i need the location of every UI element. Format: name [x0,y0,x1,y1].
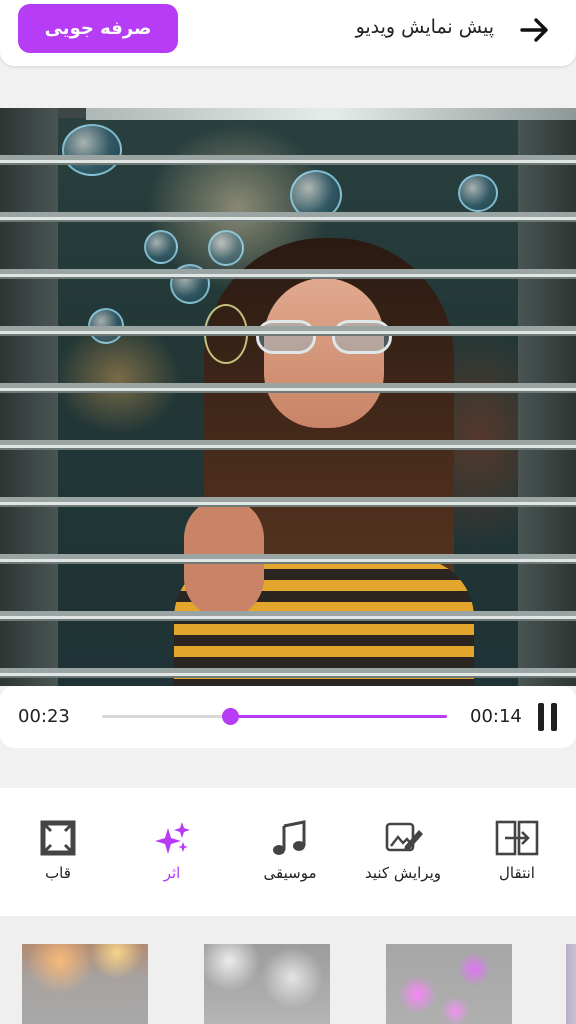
playback-bar: 00:23 00:14 [0,686,576,748]
total-time: 00:23 [18,706,70,727]
tool-transition[interactable]: انتقال [494,818,540,888]
tools-bar: انتقال ویرایش کنید موسیقی اثر قاب [0,788,576,916]
tool-effect[interactable]: اثر [152,818,192,888]
tool-label: انتقال [499,864,535,882]
effect-thumbnail[interactable] [204,944,330,1024]
tool-label: موسیقی [263,864,317,882]
tool-music[interactable]: موسیقی [262,818,318,888]
back-arrow-icon[interactable] [516,12,552,48]
tool-label: ویرایش کنید [365,864,441,882]
save-button[interactable]: صرفه جویی [18,4,178,53]
edit-image-icon [385,822,423,852]
app-screen: صرفه جویی پیش نمایش ویدیو 00:23 00:14 ان… [0,0,576,1024]
effect-thumbnail[interactable] [386,944,512,1024]
blinds-effect-overlay [0,108,576,686]
seek-thumb[interactable] [221,708,239,725]
video-preview[interactable] [0,108,576,686]
tool-label: اثر [163,864,181,882]
pause-icon[interactable] [538,703,560,731]
page-title: پیش نمایش ویدیو [355,16,494,38]
seek-bar[interactable] [102,708,447,725]
sparkles-icon [155,822,190,854]
music-note-icon [273,820,306,855]
effect-thumbnails [0,916,576,1024]
tool-edit[interactable]: ویرایش کنید [360,818,446,888]
current-time: 00:14 [470,706,522,727]
top-bar: صرفه جویی پیش نمایش ویدیو [0,0,576,66]
effect-thumbnail[interactable] [566,944,576,1024]
tool-frame[interactable]: قاب [38,818,78,888]
seek-progress [229,715,447,718]
frame-icon [40,820,76,856]
transition-icon [495,820,539,856]
effect-thumbnail[interactable] [22,944,148,1024]
tool-label: قاب [45,864,71,882]
